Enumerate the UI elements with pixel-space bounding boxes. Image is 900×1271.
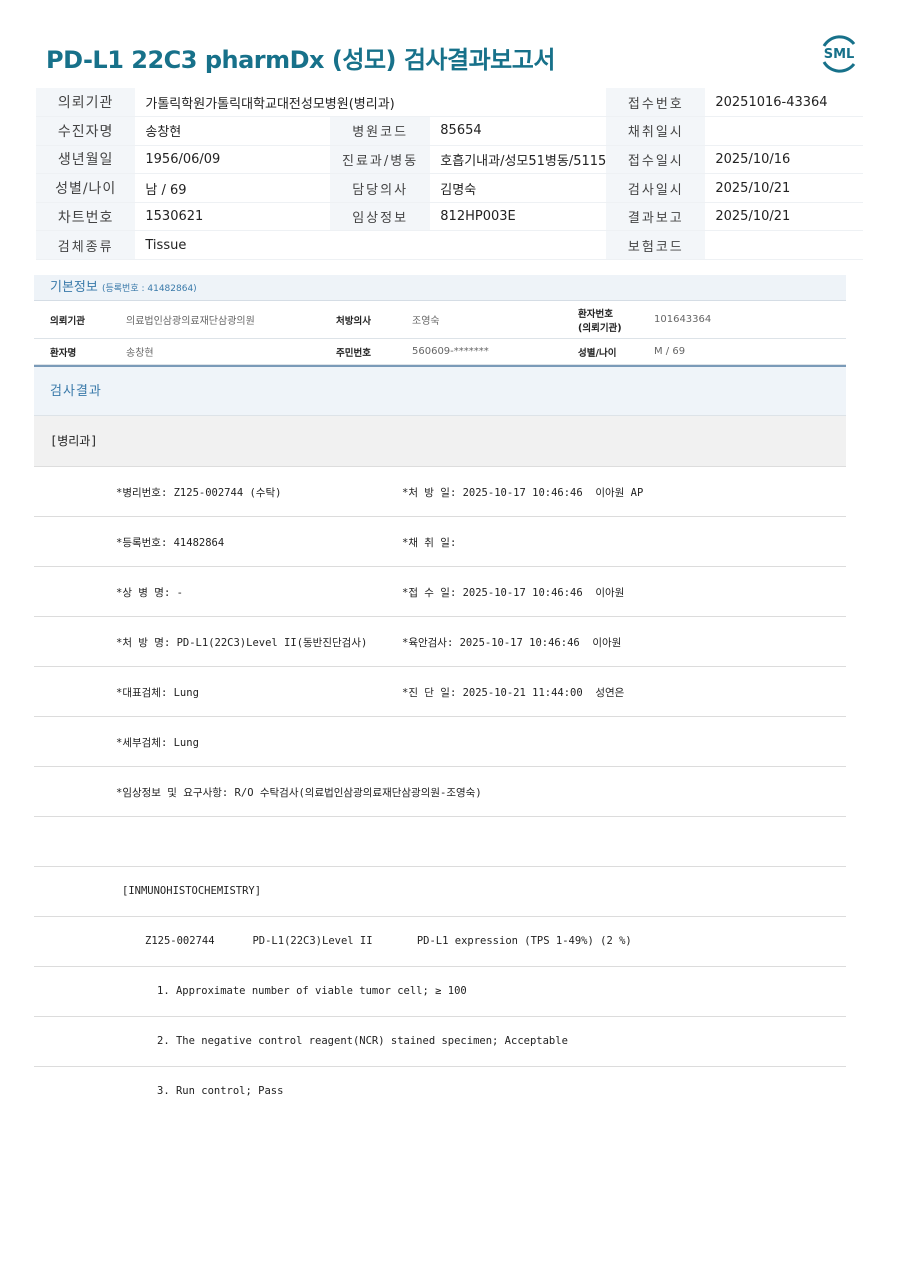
result-text: 1. Approximate number of viable tumor ce… bbox=[157, 985, 467, 997]
result-text: *진 단 일: 2025-10-21 11:44:00 성연은 bbox=[402, 687, 625, 699]
summary-value: 가톨릭학원가톨릭대학교대전성모병원(병리과) bbox=[135, 88, 607, 118]
summary-label: 성별/나이 bbox=[36, 173, 136, 203]
result-row: 3. Run control; Pass bbox=[34, 1067, 846, 1117]
summary-row: 의뢰기관 가톨릭학원가톨릭대학교대전성모병원(병리과) 접수번호 20251016-4… bbox=[36, 88, 863, 118]
result-title: 검사결과 bbox=[34, 367, 846, 416]
summary-value: 김명숙 bbox=[430, 173, 607, 203]
page-title: PD-L1 22C3 pharmDx (성모) 검사결과보고서 bbox=[46, 46, 555, 74]
result-row: 1. Approximate number of viable tumor ce… bbox=[34, 967, 846, 1017]
patient-summary-table: 의뢰기관 가톨릭학원가톨릭대학교대전성모병원(병리과) 접수번호 20251016-4… bbox=[36, 88, 863, 261]
summary-value: 2025/10/21 bbox=[705, 202, 863, 232]
result-text: 3. Run control; Pass bbox=[157, 1085, 284, 1097]
result-text: [INMUNOHISTOCHEMISTRY] bbox=[122, 885, 262, 897]
result-row bbox=[34, 817, 846, 867]
sml-logo: SML bbox=[822, 35, 856, 73]
result-text: *세부검체: Lung bbox=[116, 737, 199, 749]
summary-label: 차트번호 bbox=[36, 202, 136, 232]
result-row: [INMUNOHISTOCHEMISTRY] bbox=[34, 867, 846, 917]
result-text: *채 취 일: bbox=[402, 537, 457, 549]
summary-value: 남 / 69 bbox=[135, 173, 330, 203]
result-row: *처 방 명: PD-L1(22C3)Level II(동반진단검사) *육안검사… bbox=[34, 617, 846, 667]
result-text: *등록번호: 41482864 bbox=[116, 537, 225, 549]
result-row: *대표검체: Lung *진 단 일: 2025-10-21 11:44:00 성… bbox=[34, 667, 846, 717]
summary-label: 병원코드 bbox=[329, 116, 431, 146]
summary-value: 85654 bbox=[430, 116, 607, 146]
result-text: *처 방 일: 2025-10-17 10:46:46 이아원 AP bbox=[402, 487, 644, 499]
info-label: 주민번호 bbox=[336, 347, 371, 359]
result-text: *상 병 명: - bbox=[116, 587, 183, 599]
summary-label: 진료과/병동 bbox=[329, 145, 431, 175]
summary-label: 검체종류 bbox=[36, 230, 136, 261]
summary-label: 결과보고 bbox=[606, 202, 706, 232]
summary-label: 담당의사 bbox=[329, 173, 431, 203]
info-label: 환자명 bbox=[50, 347, 77, 359]
result-text: *육안검사: 2025-10-17 10:46:46 이아원 bbox=[402, 637, 622, 649]
summary-row: 성별/나이 남 / 69 담당의사 김명숙 검사일시 2025/10/21 bbox=[36, 173, 863, 203]
summary-label: 보험코드 bbox=[606, 230, 706, 261]
summary-value: 2025/10/21 bbox=[705, 173, 863, 203]
result-text: 2. The negative control reagent(NCR) sta… bbox=[157, 1035, 568, 1047]
summary-label: 접수일시 bbox=[606, 145, 706, 175]
summary-value: 1530621 bbox=[135, 202, 330, 232]
summary-row: 생년월일 1956/06/09 진료과/병동 호흡기내과/성모51병동/5115 접수일… bbox=[36, 145, 863, 175]
basic-info-section: 기본정보 (등록번호 : 41482864) 의뢰기관 의료법인삼광의료재단삼광의… bbox=[34, 275, 846, 1117]
summary-value: Tissue bbox=[135, 230, 607, 261]
result-text: *대표검체: Lung bbox=[116, 687, 199, 699]
result-text: *임상정보 및 요구사항: R/O 수탁검사(의료법인삼광의료재단삼광의원-조영… bbox=[116, 787, 482, 799]
summary-value bbox=[705, 116, 863, 146]
result-row: *병리번호: Z125-002744 (수탁) *처 방 일: 2025-10-1… bbox=[34, 467, 846, 517]
registration-number: (등록번호 : 41482864) bbox=[101, 284, 197, 294]
result-text: Z125-002744 PD-L1(22C3)Level II PD-L1 ex… bbox=[145, 935, 632, 947]
basic-info-header: 기본정보 (등록번호 : 41482864) bbox=[34, 275, 846, 301]
info-value: 의료법인삼광의료재단삼광의원 bbox=[126, 316, 255, 327]
summary-label: 의뢰기관 bbox=[36, 88, 136, 118]
summary-value: 2025/10/16 bbox=[705, 145, 863, 175]
result-row: *등록번호: 41482864 *채 취 일: bbox=[34, 517, 846, 567]
info-value: 101643364 bbox=[654, 314, 712, 325]
summary-value: 송창현 bbox=[135, 116, 330, 146]
info-value: 560609-******* bbox=[412, 346, 489, 357]
info-value: M / 69 bbox=[654, 346, 686, 357]
info-label: 성별/나이 bbox=[578, 347, 617, 359]
result-row: 2. The negative control reagent(NCR) sta… bbox=[34, 1017, 846, 1067]
result-row: *세부검체: Lung bbox=[34, 717, 846, 767]
summary-row: 검체종류 Tissue 보험코드 bbox=[36, 230, 863, 261]
summary-label: 검사일시 bbox=[606, 173, 706, 203]
basic-info-title: 기본정보 bbox=[50, 280, 98, 295]
summary-value: 호흡기내과/성모51병동/5115 bbox=[430, 145, 607, 175]
result-text: *접 수 일: 2025-10-17 10:46:46 이아원 bbox=[402, 587, 625, 599]
result-row: Z125-002744 PD-L1(22C3)Level II PD-L1 ex… bbox=[34, 917, 846, 967]
result-text: *병리번호: Z125-002744 (수탁) bbox=[116, 487, 282, 499]
summary-label: 채취일시 bbox=[606, 116, 706, 146]
result-row: *임상정보 및 요구사항: R/O 수탁검사(의료법인삼광의료재단삼광의원-조영… bbox=[34, 767, 846, 817]
svg-text:SML: SML bbox=[824, 47, 855, 62]
info-value: 조영숙 bbox=[412, 316, 440, 327]
summary-value: 812HP003E bbox=[430, 202, 607, 232]
basic-info-row: 환자명 송창현 주민번호 560609-******* 성별/나이 M / 69 bbox=[34, 339, 846, 365]
summary-row: 수진자명 송창현 병원코드 85654 채취일시 bbox=[36, 116, 863, 146]
basic-info-row: 의뢰기관 의료법인삼광의료재단삼광의원 처방의사 조영숙 환자번호 (의뢰기관) 1016… bbox=[34, 301, 846, 339]
summary-value bbox=[705, 230, 863, 261]
info-label: 환자번호 (의뢰기관) bbox=[578, 308, 622, 334]
info-label: 의뢰기관 bbox=[50, 315, 85, 327]
summary-value: 1956/06/09 bbox=[135, 145, 330, 175]
result-row: *상 병 명: - *접 수 일: 2025-10-17 10:46:46 이아원 bbox=[34, 567, 846, 617]
summary-label: 임상정보 bbox=[329, 202, 431, 232]
info-label: 처방의사 bbox=[336, 315, 371, 327]
info-value: 송창현 bbox=[126, 348, 154, 359]
summary-label: 접수번호 bbox=[606, 88, 706, 118]
result-text: *처 방 명: PD-L1(22C3)Level II(동반진단검사) bbox=[116, 637, 368, 649]
summary-label: 생년월일 bbox=[36, 145, 136, 175]
summary-value: 20251016-43364 bbox=[705, 88, 863, 118]
department-label: [병리과] bbox=[34, 416, 846, 467]
summary-label: 수진자명 bbox=[36, 116, 136, 146]
summary-row: 차트번호 1530621 임상정보 812HP003E 결과보고 2025/10/21 bbox=[36, 202, 863, 232]
